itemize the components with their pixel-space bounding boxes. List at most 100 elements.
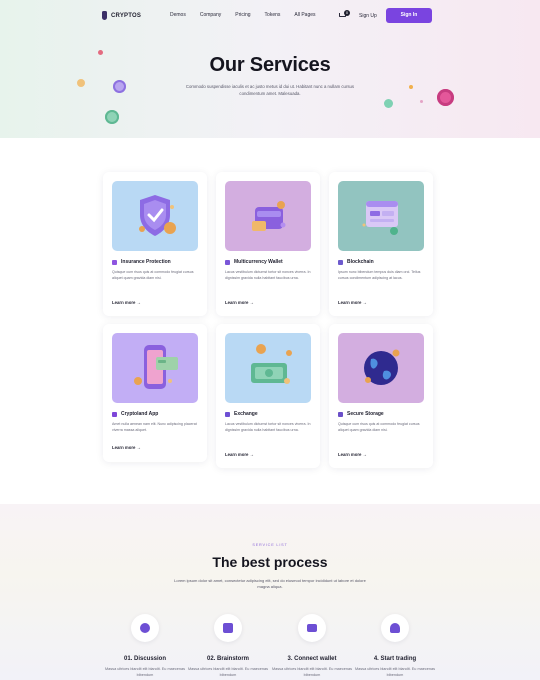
step-title: 01. Discussion <box>123 656 167 662</box>
arrow-right-icon: → <box>362 300 367 305</box>
learn-more-link[interactable]: Learn more → <box>338 452 367 457</box>
service-card-wallet[interactable]: Multicurrency Wallet Lacus vestibulum di… <box>216 172 320 316</box>
card-text: Lacus vestibulum dictumst tortor sit non… <box>225 422 311 432</box>
service-card-storage[interactable]: Secure Storage Quisque cum risus quis at… <box>329 324 433 468</box>
browser-blocks-icon <box>362 201 398 235</box>
step-title: 02. Brainstorm <box>206 656 249 662</box>
sign-in-button[interactable]: Sign In <box>386 8 432 23</box>
coin-decoration <box>113 80 126 93</box>
learn-more-link[interactable]: Learn more → <box>338 300 367 305</box>
nav-link-tokens[interactable]: Tokens <box>265 12 281 18</box>
user-icon <box>390 623 400 633</box>
process-step: 01. Discussion Massa ultrices blandit el… <box>105 614 185 678</box>
learn-more-label: Learn more <box>225 300 249 305</box>
hero-section: CRYPTOS Demos Company Pricing Tokens All… <box>0 0 540 138</box>
nav-link-all-pages[interactable]: All Pages <box>294 12 315 18</box>
step-text: Massa ultrices blandit elit blandit. Eu … <box>355 667 435 677</box>
learn-more-label: Learn more <box>112 300 136 305</box>
process-step: 3. Connect wallet Massa ultrices blandit… <box>272 614 352 678</box>
card-title: Multicurrency Wallet <box>234 259 283 265</box>
coin-decoration <box>420 100 423 103</box>
card-header: Cryptoland App <box>112 411 158 417</box>
cart-icon[interactable]: 0 <box>338 10 350 20</box>
nav-link-company[interactable]: Company <box>200 12 221 18</box>
chat-icon <box>112 259 117 265</box>
learn-more-link[interactable]: Learn more → <box>112 445 141 450</box>
learn-more-label: Learn more <box>225 452 249 457</box>
coin-decoration <box>409 85 413 89</box>
logo-icon <box>102 11 107 20</box>
nav-link-demos[interactable]: Demos <box>170 12 186 18</box>
coin-decoration <box>437 89 454 106</box>
rocket-icon <box>112 411 117 417</box>
wallet-icon <box>223 623 233 633</box>
step-icon-circle <box>381 614 409 642</box>
nav-link-pricing[interactable]: Pricing <box>235 12 250 18</box>
exchange-illustration <box>225 333 311 403</box>
card-header: Multicurrency Wallet <box>225 259 283 265</box>
storage-illustration <box>338 333 424 403</box>
card-header: Blockchain <box>338 259 374 265</box>
card-text: Lacus vestibulum dictumst tortor sit non… <box>225 270 311 280</box>
chat-icon <box>140 623 150 633</box>
service-card-insurance[interactable]: Insurance Protection Quisque cum risus q… <box>103 172 207 316</box>
arrow-right-icon: → <box>136 445 141 450</box>
insurance-illustration <box>112 181 198 251</box>
step-title: 4. Start trading <box>373 656 417 662</box>
coin-decoration <box>384 99 393 108</box>
top-nav: CRYPTOS Demos Company Pricing Tokens All… <box>0 0 540 32</box>
shield-illustration-icon <box>139 195 176 236</box>
step-text: Massa ultrices blandit elit blandit. Eu … <box>188 667 268 677</box>
card-icon <box>307 624 317 632</box>
exchange-icon <box>225 411 230 417</box>
card-title: Insurance Protection <box>121 259 171 265</box>
arrow-right-icon: → <box>249 452 254 457</box>
card-title: Exchange <box>234 411 258 417</box>
learn-more-link[interactable]: Learn more → <box>225 452 254 457</box>
sign-up-link[interactable]: Sign Up <box>359 13 377 19</box>
card-title: Cryptoland App <box>121 411 159 417</box>
phone-app-icon <box>134 345 178 389</box>
card-title: Blockchain <box>347 259 374 265</box>
learn-more-link[interactable]: Learn more → <box>225 300 254 305</box>
app-illustration <box>112 333 198 403</box>
globe-icon <box>364 349 400 385</box>
process-step: 4. Start trading Massa ultrices blandit … <box>355 614 435 678</box>
step-text: Massa ultrices blandit elit blandit. Eu … <box>272 667 352 677</box>
hero-description: Commodo suspendisse iaculis et ac justo … <box>185 84 355 96</box>
logo[interactable]: CRYPTOS <box>102 11 141 20</box>
step-text: Massa ultrices blandit elit blandit. Eu … <box>105 667 185 677</box>
coin-decoration <box>105 110 119 124</box>
card-text: Quisque cum risus quis at commodo feugia… <box>112 270 194 280</box>
process-step: 02. Brainstorm Massa ultrices blandit el… <box>188 614 268 678</box>
arrow-right-icon: → <box>362 452 367 457</box>
section-title: The best process <box>212 554 328 570</box>
wallet-illustration <box>225 181 311 251</box>
logo-text: CRYPTOS <box>111 12 142 19</box>
cart-badge: 0 <box>344 10 350 16</box>
step-icon-circle <box>131 614 159 642</box>
learn-more-label: Learn more <box>338 452 362 457</box>
card-header: Exchange <box>225 411 258 417</box>
nav-links: Demos Company Pricing Tokens All Pages <box>170 12 330 18</box>
section-eyebrow: SERVICE LIST <box>252 543 288 547</box>
learn-more-link[interactable]: Learn more → <box>112 300 141 305</box>
wallet-illustration-icon <box>252 201 286 231</box>
step-icon-circle <box>214 614 242 642</box>
card-text: Ipsum nunc bibendum tempus duis diam orc… <box>338 270 421 280</box>
process-section: SERVICE LIST The best process Lorem ipsu… <box>0 504 540 680</box>
card-header: Secure Storage <box>338 411 384 417</box>
section-description: Lorem ipsum dolor sit amet, consectetur … <box>174 578 366 589</box>
service-card-exchange[interactable]: Exchange Lacus vestibulum dictumst torto… <box>216 324 320 468</box>
blocks-icon <box>338 259 343 265</box>
page-title: Our Services <box>209 54 331 76</box>
learn-more-label: Learn more <box>112 445 136 450</box>
service-card-app[interactable]: Cryptoland App Amet nulla aenean nam eli… <box>103 324 207 462</box>
card-title: Secure Storage <box>347 411 384 417</box>
service-card-blockchain[interactable]: Blockchain Ipsum nunc bibendum tempus du… <box>329 172 433 316</box>
shield-icon <box>338 411 343 417</box>
card-text: Amet nulla aenean nam elit. Nunc adipisc… <box>112 422 197 432</box>
card-header: Insurance Protection <box>112 259 171 265</box>
card-text: Quisque cum risus quis at commodo feugia… <box>338 422 420 432</box>
step-title: 3. Connect wallet <box>287 656 337 662</box>
